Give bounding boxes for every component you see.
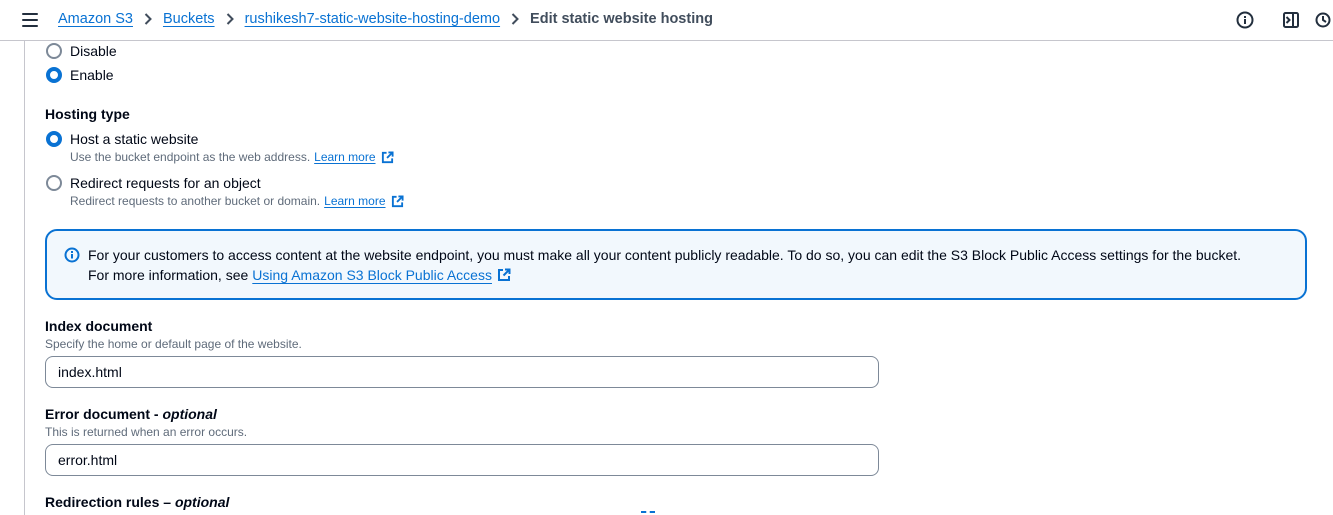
hosting-type-label: Hosting type: [45, 106, 130, 122]
radio-enable[interactable]: Enable: [46, 66, 114, 84]
learn-more-link[interactable]: Learn more: [314, 149, 375, 165]
index-document-description: Specify the home or default page of the …: [45, 337, 302, 351]
chevron-right-icon: [500, 13, 530, 25]
external-link-icon: [381, 150, 394, 163]
split-panel-icon[interactable]: [1281, 10, 1301, 30]
radio-button[interactable]: [46, 131, 62, 147]
error-document-input[interactable]: [45, 444, 879, 476]
radio-label: Disable: [70, 43, 117, 59]
radio-button[interactable]: [46, 43, 62, 59]
menu-icon[interactable]: [22, 13, 38, 27]
top-navigation-bar: Amazon S3 Buckets rushikesh7-static-webs…: [0, 0, 1333, 41]
radio-button[interactable]: [46, 67, 62, 83]
optional-tag: optional: [174, 494, 230, 510]
info-icon: [64, 247, 80, 263]
chevron-right-icon: [215, 13, 245, 25]
block-public-access-link[interactable]: Using Amazon S3 Block Public Access: [252, 265, 492, 285]
optional-tag: optional: [162, 406, 217, 422]
error-document-label-text: Error document: [45, 406, 151, 422]
error-document-description: This is returned when an error occurs.: [45, 425, 248, 439]
index-document-input[interactable]: [45, 356, 879, 388]
breadcrumb-buckets[interactable]: Buckets: [163, 11, 215, 27]
external-link-icon: [391, 194, 404, 207]
alert-message: For your customers to access content at …: [88, 247, 1242, 263]
breadcrumb-bucket-name[interactable]: rushikesh7-static-website-hosting-demo: [245, 11, 500, 27]
radio-label: Redirect requests for an object: [70, 175, 261, 191]
notifications-icon[interactable]: [1313, 10, 1333, 30]
static-website-hosting-form: Disable Enable Hosting type Host a stati…: [24, 41, 1333, 515]
breadcrumb: Amazon S3 Buckets rushikesh7-static-webs…: [58, 11, 713, 27]
radio-description: Use the bucket endpoint as the web addre…: [70, 150, 311, 164]
alert-message-more-info: For more information, see: [88, 267, 249, 283]
error-document-label: Error document - optional: [45, 406, 217, 422]
redirection-rules-label-text: Redirection rules: [45, 494, 160, 510]
info-icon[interactable]: [1235, 10, 1255, 30]
code-editor-marker: [641, 511, 655, 515]
radio-button[interactable]: [46, 175, 62, 191]
radio-redirect-requests[interactable]: Redirect requests for an object Redirect…: [46, 174, 404, 209]
radio-label: Enable: [70, 67, 114, 83]
external-link-icon: [497, 268, 511, 281]
radio-disable[interactable]: Disable: [46, 42, 117, 60]
radio-description: Redirect requests to another bucket or d…: [70, 194, 321, 208]
redirection-rules-label: Redirection rules – optional: [45, 494, 230, 510]
radio-host-static-website[interactable]: Host a static website Use the bucket end…: [46, 130, 394, 165]
index-document-label: Index document: [45, 318, 153, 334]
learn-more-link[interactable]: Learn more: [324, 193, 385, 209]
breadcrumb-amazon-s3[interactable]: Amazon S3: [58, 11, 133, 27]
radio-label: Host a static website: [70, 131, 199, 147]
info-alert: For your customers to access content at …: [45, 229, 1307, 300]
chevron-right-icon: [133, 13, 163, 25]
breadcrumb-current-page: Edit static website hosting: [530, 11, 713, 27]
